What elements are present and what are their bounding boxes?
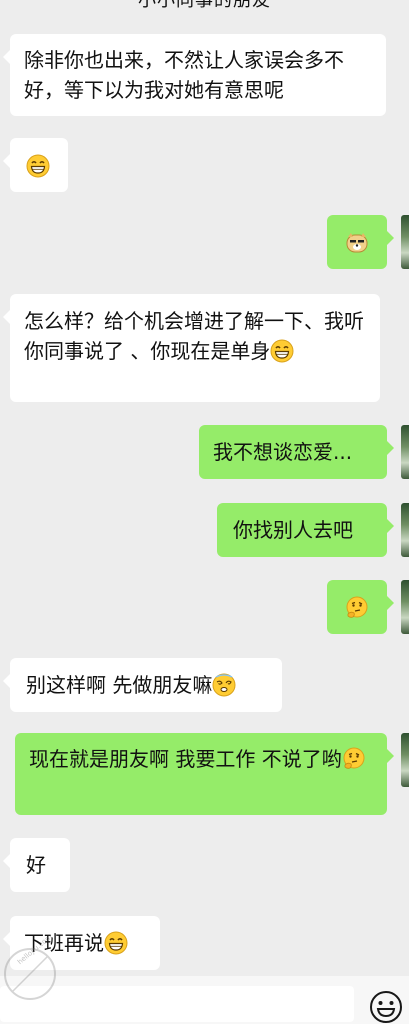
smiley-icon[interactable] (369, 990, 403, 1024)
incoming-message (3, 138, 68, 192)
incoming-message: 好 (3, 838, 70, 892)
message-text: 别这样啊 先做朋友嘛 (26, 673, 213, 697)
chat-header: 小小同事的朋友 (0, 0, 409, 12)
my-avatar[interactable] (401, 425, 409, 479)
message-text: 现在就是朋友啊 我要工作 不说了哟 (29, 747, 342, 771)
my-avatar[interactable] (401, 733, 409, 787)
outgoing-message: 你找别人去吧 (217, 503, 394, 557)
outgoing-message (327, 580, 394, 634)
thinking-emoji (343, 747, 365, 769)
doge-emoji (346, 233, 368, 253)
thinking-emoji (346, 596, 368, 618)
dizzy-emoji (212, 673, 236, 697)
outgoing-message: 我不想谈恋爱... (199, 425, 394, 479)
message-text: 怎么样？给个机会增进了解一下、我听你同事说了 、你现在是单身 (24, 309, 364, 363)
outgoing-message: 现在就是朋友啊 我要工作 不说了哟 (15, 733, 394, 815)
incoming-message: 除非你也出来，不然让人家误会多不好，等下以为我对她有意思呢 (3, 34, 386, 116)
my-avatar[interactable] (401, 503, 409, 557)
input-bar (0, 976, 409, 1024)
message-text: 我不想谈恋爱... (213, 440, 353, 464)
message-text: 除非你也出来，不然让人家误会多不好，等下以为我对她有意思呢 (24, 48, 344, 102)
watermark-logo: hellojiu.com (2, 933, 58, 1002)
message-text: 好 (26, 853, 46, 877)
chat-title: 小小同事的朋友 (138, 0, 271, 11)
grin-emoji (104, 931, 128, 955)
my-avatar[interactable] (401, 215, 409, 269)
grin-emoji (26, 154, 50, 178)
incoming-message: 别这样啊 先做朋友嘛 (3, 658, 282, 712)
my-avatar[interactable] (401, 580, 409, 634)
message-text: 你找别人去吧 (233, 518, 353, 542)
incoming-message: 怎么样？给个机会增进了解一下、我听你同事说了 、你现在是单身 (3, 294, 380, 402)
outgoing-message (327, 215, 394, 269)
grin-emoji (270, 339, 294, 363)
